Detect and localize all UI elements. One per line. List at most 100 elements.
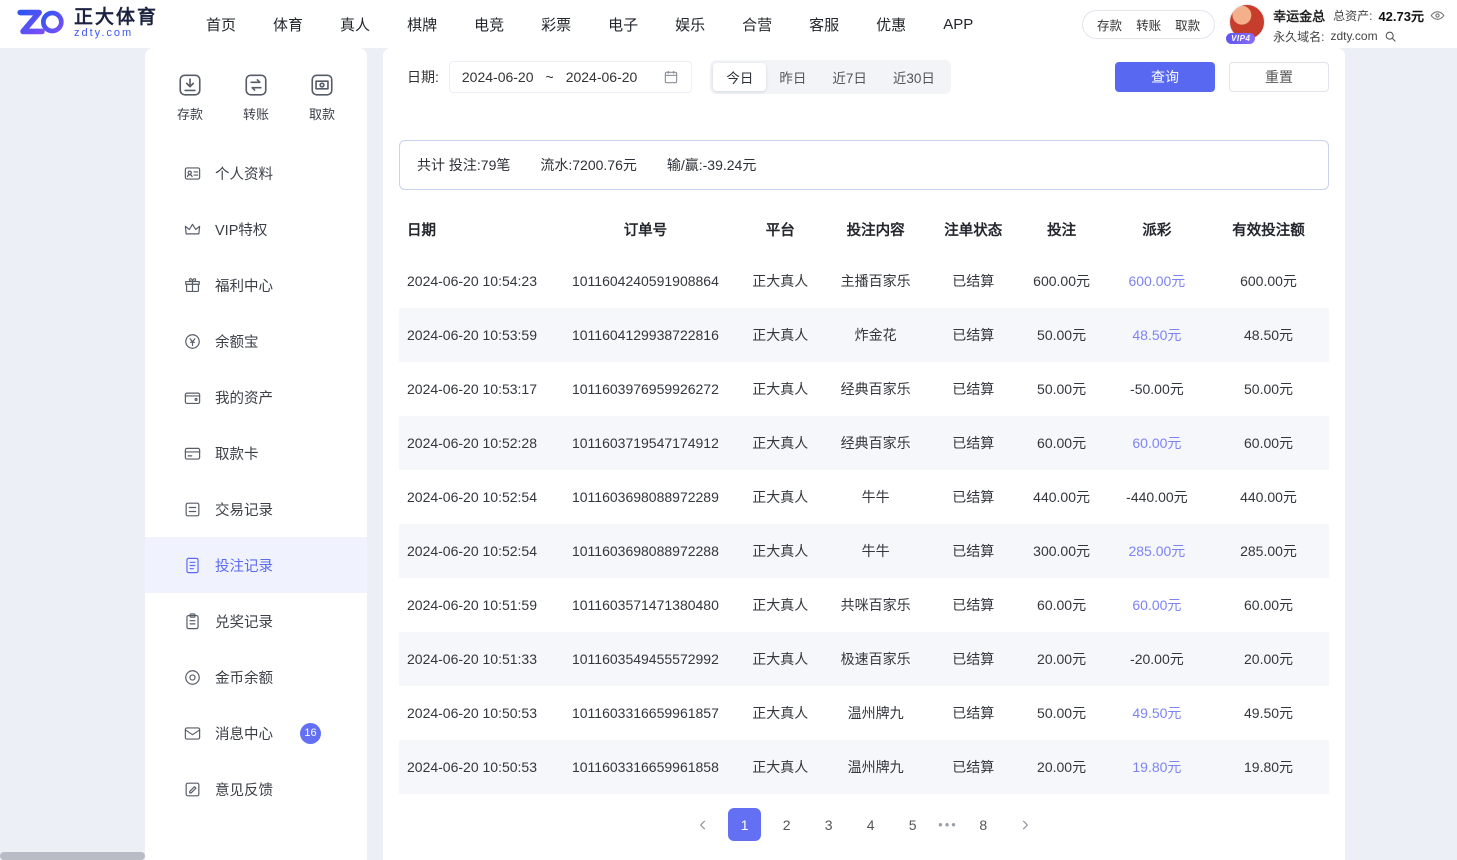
clipboard-icon — [183, 612, 202, 631]
summary-bar: 共计 投注:79笔 流水:7200.76元 输/赢:-39.24元 — [399, 140, 1329, 190]
page-button-4[interactable]: 4 — [854, 808, 887, 841]
table-row: 2024-06-20 10:51:59 1011603571471380480 … — [399, 578, 1329, 632]
shortcut-deposit[interactable]: 存款 — [177, 72, 203, 123]
page-button-2[interactable]: 2 — [770, 808, 803, 841]
cell-payout: 60.00元 — [1106, 416, 1208, 470]
page-button-5[interactable]: 5 — [896, 808, 929, 841]
cell-order: 1011604240591908864 — [552, 254, 738, 308]
cell-payout: -50.00元 — [1106, 362, 1208, 416]
col-platform: 平台 — [738, 204, 822, 254]
eye-icon[interactable] — [1430, 8, 1445, 23]
search-button[interactable]: 查询 — [1115, 62, 1215, 92]
cell-date: 2024-06-20 10:53:59 — [399, 308, 552, 362]
cell-order: 1011604129938722816 — [552, 308, 738, 362]
table-row: 2024-06-20 10:50:53 1011603316659961857 … — [399, 686, 1329, 740]
next-page-button[interactable] — [1009, 808, 1042, 841]
table-row: 2024-06-20 10:51:33 1011603549455572992 … — [399, 632, 1329, 686]
cell-status: 已结算 — [929, 308, 1017, 362]
sidebar-item-yuebao[interactable]: 余额宝 — [145, 313, 367, 369]
document-icon — [183, 556, 202, 575]
cell-valid: 48.50元 — [1208, 308, 1329, 362]
range-30days-button[interactable]: 近30日 — [880, 63, 948, 91]
main-panel: 日期: 2024-06-20 ~ 2024-06-20 今日 昨日 近7日 近3… — [383, 48, 1345, 860]
sidebar-item-withdraw-card[interactable]: 取款卡 — [145, 425, 367, 481]
sidebar-item-transactions[interactable]: 交易记录 — [145, 481, 367, 537]
crown-icon — [183, 220, 202, 239]
nav-item-lottery[interactable]: 彩票 — [541, 14, 571, 35]
search-icon[interactable] — [1384, 30, 1397, 43]
nav-item-partnership[interactable]: 合营 — [742, 14, 772, 35]
summary-win-loss: 输/赢:-39.24元 — [667, 155, 756, 175]
sidebar-item-messages[interactable]: 消息中心 16 — [145, 705, 367, 761]
sidebar-item-prize-records[interactable]: 兑奖记录 — [145, 593, 367, 649]
sidebar-item-coin-balance[interactable]: 金币余额 — [145, 649, 367, 705]
sidebar-item-vip[interactable]: VIP特权 — [145, 201, 367, 257]
brand-logo[interactable]: 正大体育 zdty.com — [16, 5, 158, 44]
nav-item-sports[interactable]: 体育 — [273, 14, 303, 35]
nav-item-slots[interactable]: 电子 — [608, 14, 638, 35]
summary-turnover: 流水:7200.76元 — [540, 155, 637, 175]
deposit-link[interactable]: 存款 — [1097, 15, 1122, 34]
brand-name: 正大体育 — [74, 8, 158, 28]
shortcut-transfer[interactable]: 转账 — [243, 72, 269, 123]
cell-platform: 正大真人 — [738, 686, 822, 740]
sidebar: 存款 转账 取款 个人资料 VIP特权 — [145, 48, 367, 860]
cell-valid: 50.00元 — [1208, 362, 1329, 416]
topbar: 正大体育 zdty.com 首页 体育 真人 棋牌 电竞 彩票 电子 娱乐 合营… — [0, 0, 1457, 48]
summary-total: 共计 投注:79笔 — [417, 155, 510, 175]
reset-button[interactable]: 重置 — [1229, 62, 1329, 92]
cell-order: 1011603698088972288 — [552, 524, 738, 578]
cell-payout: 19.80元 — [1106, 740, 1208, 794]
cell-platform: 正大真人 — [738, 524, 822, 578]
sidebar-item-assets[interactable]: 我的资产 — [145, 369, 367, 425]
cell-bet: 50.00元 — [1017, 308, 1105, 362]
bank-card-icon — [183, 444, 202, 463]
table-row: 2024-06-20 10:53:59 1011604129938722816 … — [399, 308, 1329, 362]
unread-badge: 16 — [300, 723, 321, 744]
page-button-3[interactable]: 3 — [812, 808, 845, 841]
prev-page-button[interactable] — [686, 808, 719, 841]
range-7days-button[interactable]: 近7日 — [819, 63, 880, 91]
coin-icon — [183, 668, 202, 687]
nav-item-entertainment[interactable]: 娱乐 — [675, 14, 705, 35]
horizontal-scrollbar[interactable] — [0, 852, 145, 860]
sidebar-item-profile[interactable]: 个人资料 — [145, 145, 367, 201]
nav-item-esports[interactable]: 电竞 — [474, 14, 504, 35]
col-valid: 有效投注额 — [1208, 204, 1329, 254]
calendar-icon[interactable] — [663, 69, 679, 85]
nav-item-home[interactable]: 首页 — [206, 14, 236, 35]
nav-item-promotions[interactable]: 优惠 — [876, 14, 906, 35]
sidebar-item-bet-records[interactable]: 投注记录 — [145, 537, 367, 593]
cell-status: 已结算 — [929, 524, 1017, 578]
sidebar-menu: 个人资料 VIP特权 福利中心 余额宝 我的资产 取款卡 — [145, 145, 367, 817]
transfer-link[interactable]: 转账 — [1136, 15, 1161, 34]
cell-platform: 正大真人 — [738, 254, 822, 308]
sidebar-item-feedback[interactable]: 意见反馈 — [145, 761, 367, 817]
cell-bet: 60.00元 — [1017, 416, 1105, 470]
cell-payout: -20.00元 — [1106, 632, 1208, 686]
cell-status: 已结算 — [929, 686, 1017, 740]
range-today-button[interactable]: 今日 — [713, 63, 766, 91]
withdraw-link[interactable]: 取款 — [1175, 15, 1200, 34]
sidebar-item-label: 余额宝 — [215, 331, 259, 352]
nav-item-support[interactable]: 客服 — [809, 14, 839, 35]
cell-order: 1011603316659961857 — [552, 686, 738, 740]
cell-status: 已结算 — [929, 362, 1017, 416]
sidebar-item-welfare[interactable]: 福利中心 — [145, 257, 367, 313]
page-button-1[interactable]: 1 — [728, 808, 761, 841]
shortcut-withdraw[interactable]: 取款 — [309, 72, 335, 123]
col-content: 投注内容 — [822, 204, 929, 254]
sidebar-item-label: 福利中心 — [215, 275, 273, 296]
range-yesterday-button[interactable]: 昨日 — [766, 63, 819, 91]
sidebar-item-label: 个人资料 — [215, 163, 273, 184]
date-range-input[interactable]: 2024-06-20 ~ 2024-06-20 — [449, 61, 692, 93]
cell-content: 极速百家乐 — [822, 632, 929, 686]
nav-item-board-games[interactable]: 棋牌 — [407, 14, 437, 35]
sidebar-item-label: 兑奖记录 — [215, 611, 273, 632]
nav-item-live[interactable]: 真人 — [340, 14, 370, 35]
cell-payout: 600.00元 — [1106, 254, 1208, 308]
nav-item-app[interactable]: APP — [943, 16, 973, 33]
cell-content: 牛牛 — [822, 524, 929, 578]
page-ellipsis[interactable]: ••• — [938, 817, 958, 832]
page-button-last[interactable]: 8 — [967, 808, 1000, 841]
